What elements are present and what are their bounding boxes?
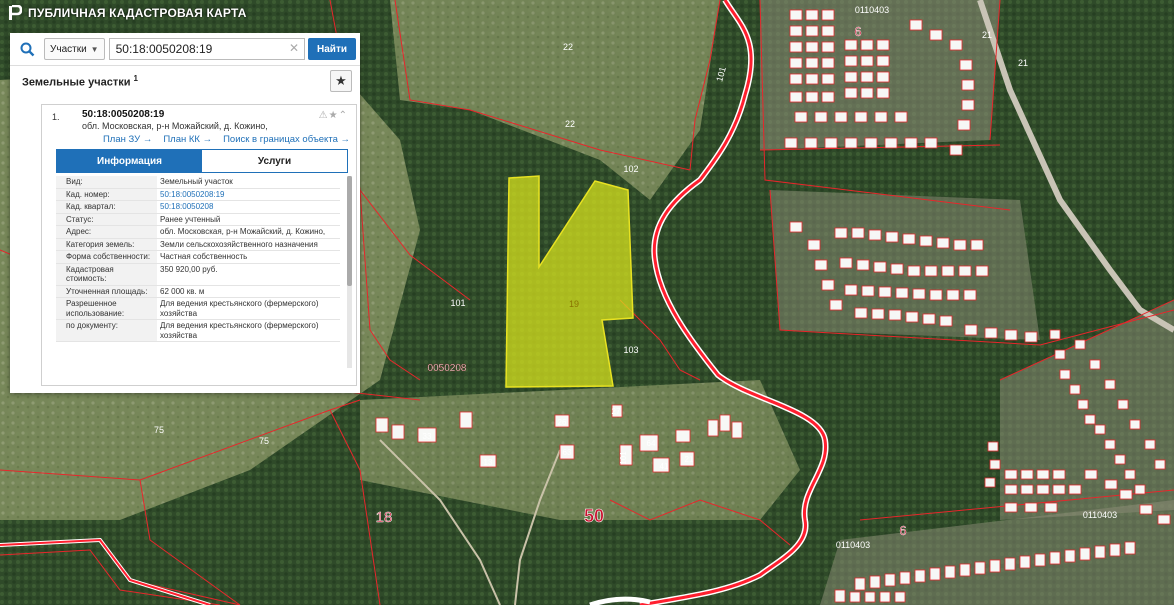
attribute-table: Вид: Земельный участок Кад. номер: 50:18:00… bbox=[56, 176, 352, 368]
attribute-row: Статус: Ранее учтенный bbox=[56, 213, 340, 226]
attribute-value: 62 000 кв. м bbox=[157, 285, 340, 298]
search-query-text: 50:18:0050208:19 bbox=[115, 42, 213, 56]
parcel-label: 102 bbox=[623, 164, 638, 174]
plan-zu-link[interactable]: План ЗУ → bbox=[103, 134, 152, 145]
attribute-value: Земельный участок bbox=[157, 176, 340, 189]
scrollbar-thumb[interactable] bbox=[347, 176, 352, 286]
results-section-label: Земельные участки bbox=[22, 76, 131, 89]
quarter-label-ne: 0110403 bbox=[855, 5, 889, 15]
card-actions: ⚠★⌃ bbox=[319, 110, 348, 121]
attribute-row: Кад. квартал: 50:18:0050208 bbox=[56, 200, 340, 214]
attribute-row: Вид: Земельный участок bbox=[56, 176, 340, 189]
attribute-value: Для ведения крестьянского (фермерского) … bbox=[157, 319, 340, 342]
parcel-label: 21 bbox=[685, 455, 694, 464]
parcel-label: 75 bbox=[259, 436, 269, 446]
parcel-label: 22 bbox=[563, 42, 573, 52]
parcel-label: 13 bbox=[484, 458, 493, 467]
parcel-label: 103 bbox=[623, 345, 638, 355]
plan-kk-link[interactable]: План КК → bbox=[163, 134, 212, 145]
parcel-label: 75 bbox=[154, 425, 164, 435]
attribute-key: Кадастровая стоимость: bbox=[56, 263, 157, 286]
app-title: ПУБЛИЧНАЯ КАДАСТРОВАЯ КАРТА bbox=[28, 6, 247, 20]
find-button[interactable]: Найти bbox=[308, 38, 356, 60]
parcel-number-label[interactable]: 19 bbox=[569, 299, 579, 309]
tab-information[interactable]: Информация bbox=[57, 150, 202, 172]
parcel-label: 63 bbox=[563, 448, 572, 457]
attribute-row: Категория земель: Земли сельскохозяйствен… bbox=[56, 238, 340, 251]
parcel-number[interactable]: 50:18:0050208:19 bbox=[82, 109, 350, 120]
attribute-key: Категория земель: bbox=[56, 238, 157, 251]
attribute-key: Разрешенное использование: bbox=[56, 297, 157, 320]
quarter-label: 0050208 bbox=[428, 363, 467, 374]
parcel-card: 1. 50:18:0050208:19 обл. Московская, р-н… bbox=[41, 104, 357, 386]
attribute-value: Для ведения крестьянского (фермерского) … bbox=[157, 297, 340, 320]
parcel-label: 101 bbox=[450, 298, 465, 308]
settlement-area-east bbox=[770, 190, 1040, 340]
app-header: ПУБЛИЧНАЯ КАДАСТРОВАЯ КАРТА bbox=[0, 0, 247, 26]
attribute-key: Адрес: bbox=[56, 225, 157, 239]
attribute-row: по документу: Для ведения крестьянского (… bbox=[56, 319, 340, 342]
attribute-key: Уточненная площадь: bbox=[56, 285, 157, 298]
quarter-label-east: 0110403 bbox=[1083, 510, 1117, 520]
star-icon: ★ bbox=[335, 73, 347, 88]
parcel-label: 27 bbox=[612, 407, 621, 416]
chevron-down-icon: ▼ bbox=[90, 44, 99, 54]
attribute-value-link[interactable]: 50:18:0050208 bbox=[157, 200, 340, 214]
attribute-key: Статус: bbox=[56, 213, 157, 226]
results-header: Земельные участки 1 ★ bbox=[10, 66, 360, 96]
parcel-label: 21 bbox=[1018, 58, 1028, 68]
attribute-key: Форма собственности: bbox=[56, 250, 157, 264]
district-label-main: 50 bbox=[584, 506, 604, 526]
district-label-east: 6 bbox=[899, 523, 906, 538]
results-title: Земельные участки 1 bbox=[22, 74, 138, 89]
tab-services[interactable]: Услуги bbox=[202, 150, 347, 172]
search-icon[interactable] bbox=[10, 33, 44, 65]
attribute-row: Адрес: обл. Московская, р-н Можайский, д.… bbox=[56, 225, 340, 239]
attribute-key: Кад. номер: bbox=[56, 188, 157, 201]
parcel-address: обл. Московская, р-н Можайский, д. Кожин… bbox=[82, 121, 268, 131]
attribute-row: Кадастровая стоимость: 350 920,00 руб. bbox=[56, 263, 340, 286]
collapse-icon[interactable]: ⌃ bbox=[339, 110, 348, 121]
parcel-label: 22 bbox=[565, 119, 575, 129]
attribute-row: Кад. номер: 50:18:0050208:19 bbox=[56, 188, 340, 201]
district-label-ne: 6 bbox=[854, 24, 861, 39]
parcel-label: 101 bbox=[619, 451, 628, 465]
attribute-row: Разрешенное использование: Для ведения кр… bbox=[56, 297, 340, 320]
parcel-label: 33 bbox=[423, 432, 432, 441]
attribute-value: Ранее учтенный bbox=[157, 213, 340, 226]
star-icon[interactable]: ★ bbox=[329, 110, 339, 121]
attribute-value: 350 920,00 руб. bbox=[157, 263, 340, 286]
parcel-card-header: 1. 50:18:0050208:19 обл. Московская, р-н… bbox=[42, 105, 356, 131]
parcel-label: 26 bbox=[558, 418, 567, 427]
attribute-row: Уточненная площадь: 62 000 кв. м bbox=[56, 285, 340, 298]
logo-icon bbox=[9, 5, 22, 20]
attribute-value: Частная собственность bbox=[157, 250, 340, 264]
parcel-links: План ЗУ → План КК → Поиск в границах объ… bbox=[42, 131, 356, 145]
attribute-key: по документу: bbox=[56, 319, 157, 342]
result-index: 1. bbox=[52, 112, 60, 122]
parcel-label: 64 bbox=[647, 439, 656, 448]
search-input[interactable]: 50:18:0050208:19 ✕ bbox=[108, 38, 306, 60]
search-type-label: Участки bbox=[50, 43, 87, 55]
attributes-scrollbar[interactable] bbox=[347, 176, 352, 368]
attribute-value: Земли сельскохозяйственного назначения bbox=[157, 238, 340, 251]
favorite-button[interactable]: ★ bbox=[330, 70, 352, 92]
search-bar: Участки ▼ 50:18:0050208:19 ✕ Найти bbox=[10, 33, 360, 66]
search-in-bounds-link[interactable]: Поиск в границах объекта → bbox=[223, 134, 350, 145]
clear-icon[interactable]: ✕ bbox=[289, 41, 299, 55]
attribute-key: Кад. квартал: bbox=[56, 200, 157, 214]
parcel-label: 41 bbox=[660, 462, 669, 471]
warning-icon[interactable]: ⚠ bbox=[319, 110, 329, 121]
results-count: 1 bbox=[133, 73, 138, 83]
attribute-value-link[interactable]: 50:18:0050208:19 bbox=[157, 188, 340, 201]
parcel-label: 21 bbox=[982, 30, 992, 40]
attribute-value: обл. Московская, р-н Можайский, д. Кожин… bbox=[157, 225, 340, 239]
card-tabs: Информация Услуги bbox=[56, 149, 348, 173]
district-label-west: 18 bbox=[376, 509, 393, 526]
attribute-row: Форма собственности: Частная собственност… bbox=[56, 250, 340, 264]
attribute-key: Вид: bbox=[56, 176, 157, 189]
quarter-label-south: 0110403 bbox=[836, 540, 870, 550]
search-type-select[interactable]: Участки ▼ bbox=[44, 38, 105, 60]
